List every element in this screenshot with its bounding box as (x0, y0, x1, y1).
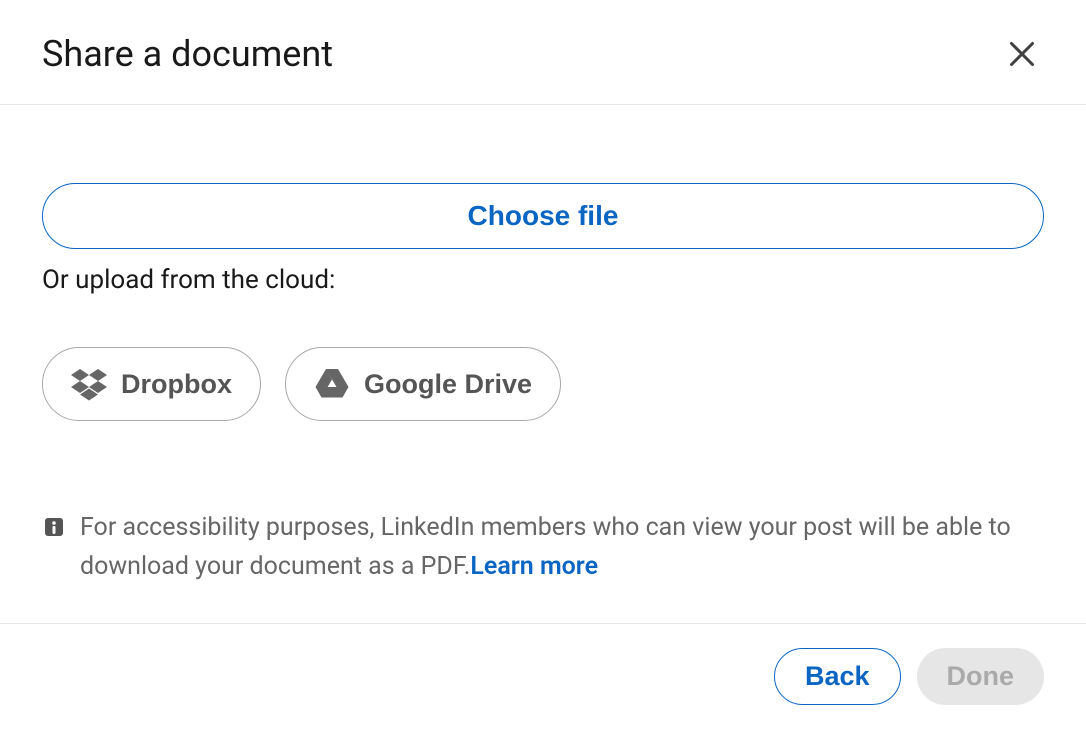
share-document-modal: Share a document Choose file Or upload f… (0, 0, 1086, 720)
accessibility-info: For accessibility purposes, LinkedIn mem… (42, 509, 1044, 587)
modal-footer: Back Done (0, 623, 1086, 729)
learn-more-link[interactable]: Learn more (470, 552, 598, 581)
back-button[interactable]: Back (774, 648, 901, 705)
dropbox-icon (71, 366, 107, 402)
google-drive-label: Google Drive (364, 369, 532, 400)
cloud-upload-label: Or upload from the cloud: (42, 265, 1044, 295)
cloud-buttons-row: Dropbox Google Drive (42, 347, 1044, 421)
info-text-container: For accessibility purposes, LinkedIn mem… (80, 509, 1044, 587)
google-drive-icon (314, 366, 350, 402)
modal-title: Share a document (42, 33, 333, 75)
choose-file-button[interactable]: Choose file (42, 183, 1044, 249)
modal-body: Choose file Or upload from the cloud: Dr… (0, 105, 1086, 623)
close-button[interactable] (1000, 32, 1044, 76)
done-button[interactable]: Done (917, 648, 1045, 705)
close-icon (1004, 36, 1040, 72)
info-icon (42, 515, 66, 539)
dropbox-button[interactable]: Dropbox (42, 347, 261, 421)
google-drive-button[interactable]: Google Drive (285, 347, 561, 421)
dropbox-label: Dropbox (121, 369, 232, 400)
modal-header: Share a document (0, 0, 1086, 105)
